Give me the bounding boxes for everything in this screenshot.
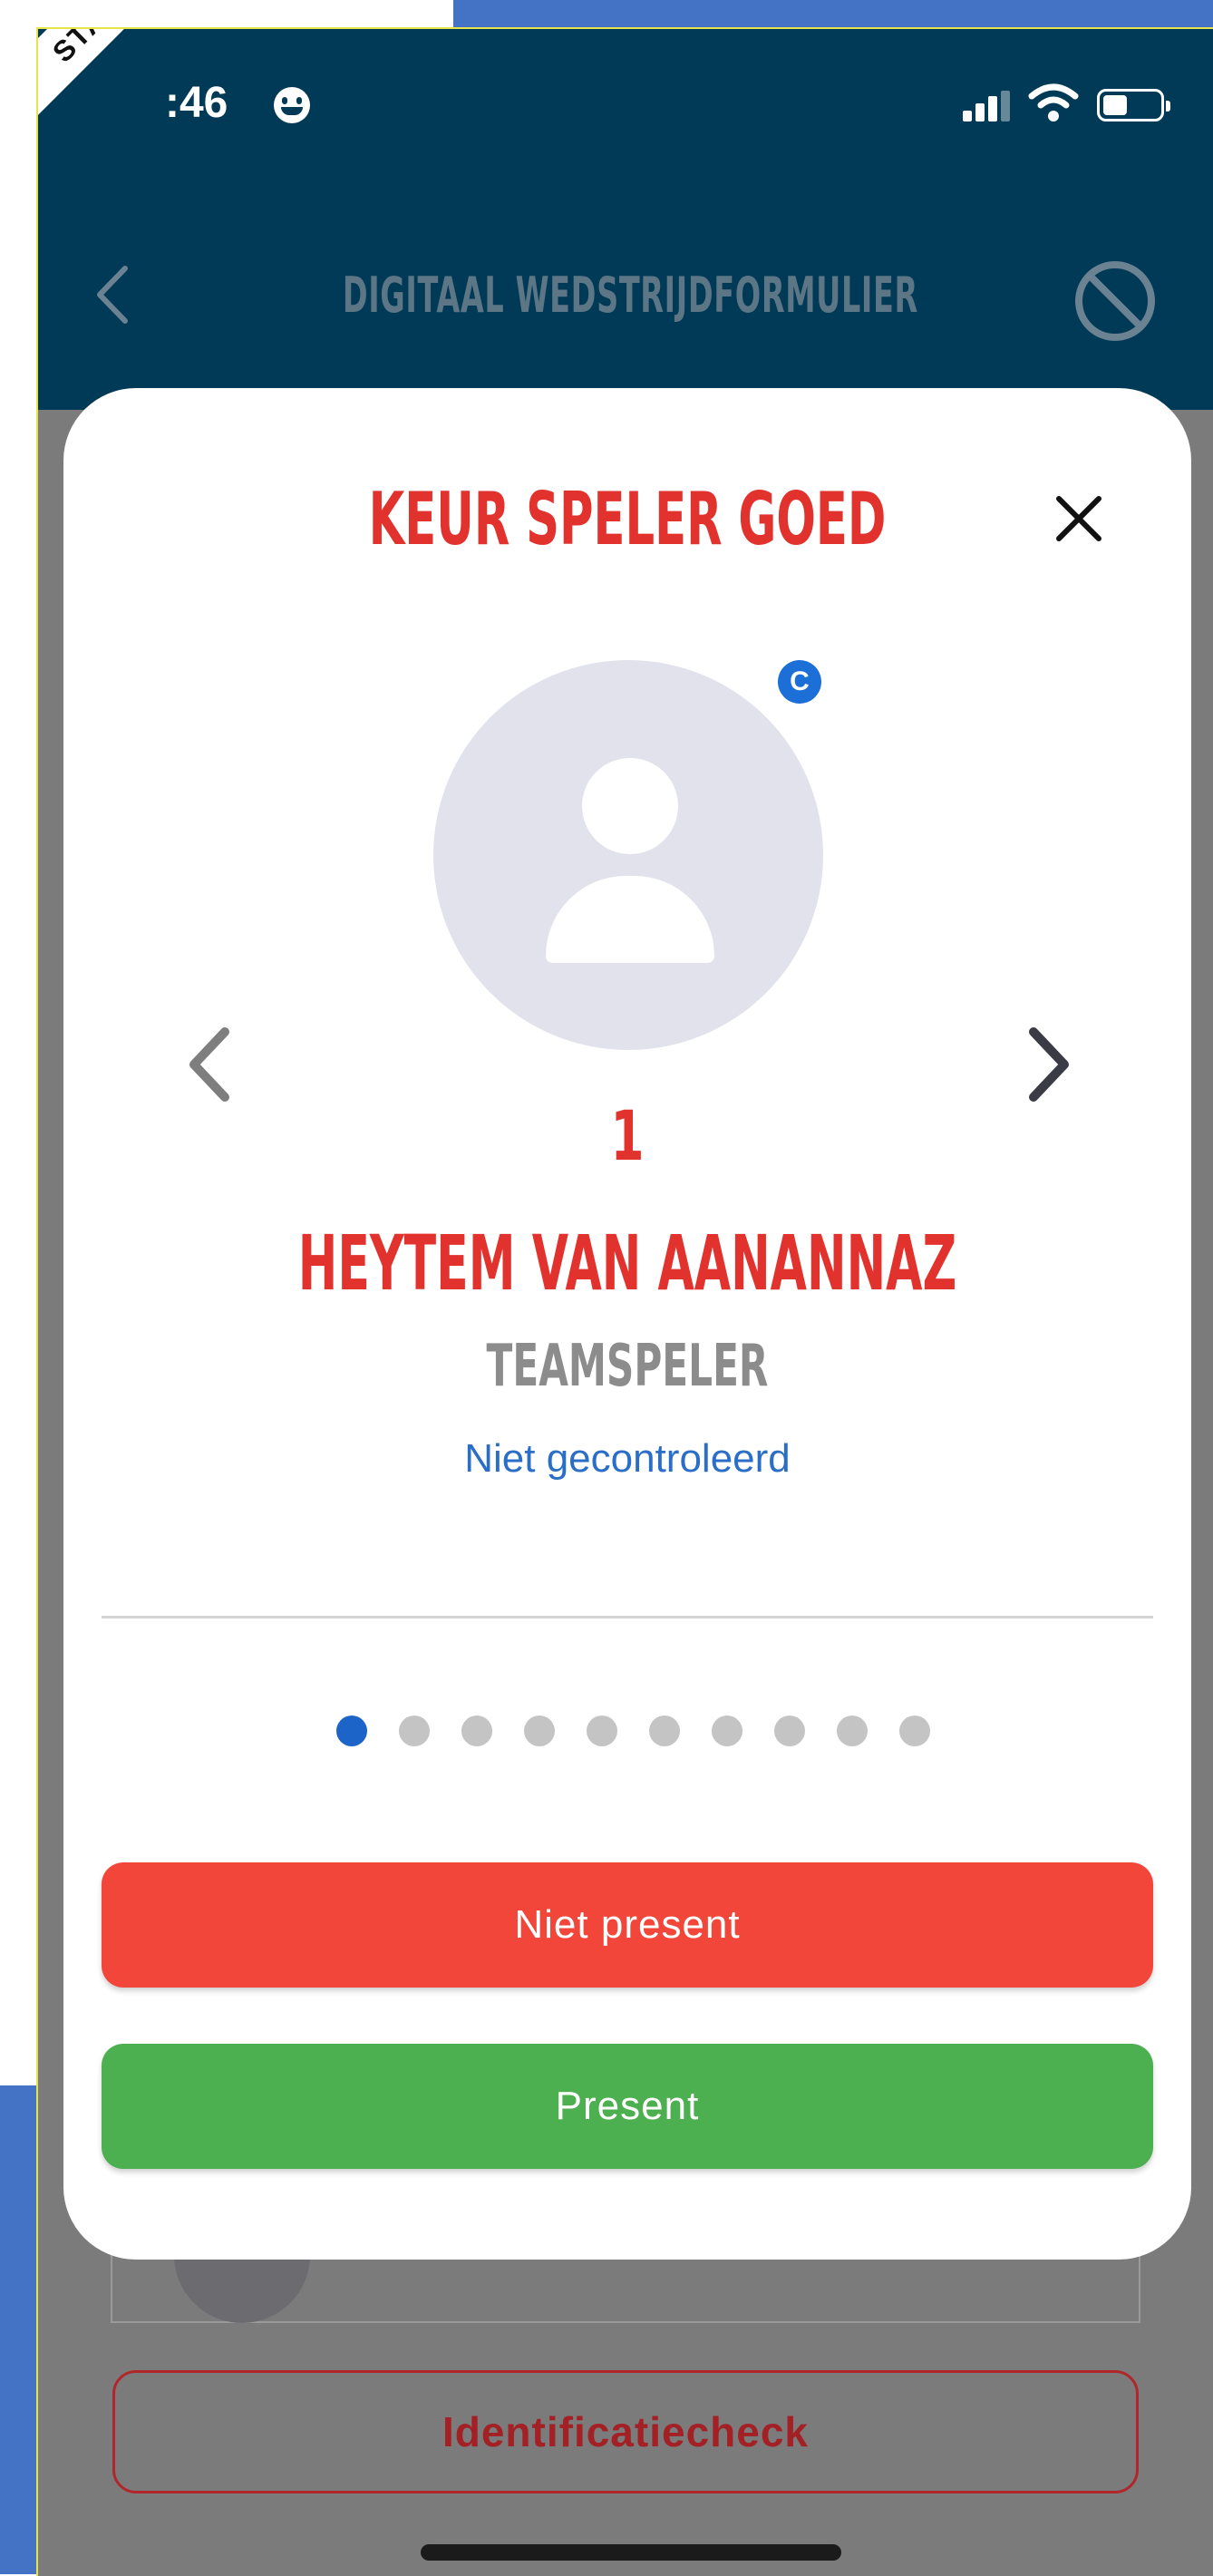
signal-icon <box>963 89 1017 122</box>
pagination-dot[interactable] <box>836 1716 868 1746</box>
wifi-icon <box>1028 83 1079 122</box>
player-name: HEYTEM VAN AANANNAZ <box>297 1219 957 1307</box>
pagination-dot[interactable] <box>648 1716 680 1746</box>
pagination-dot[interactable] <box>711 1716 742 1746</box>
phone-screen: :46 STAGING DIGITAAL WEDSTRIJDFORMULIER … <box>36 27 1213 2576</box>
smiley-icon <box>274 87 310 123</box>
avatar-body-icon <box>546 876 714 963</box>
navbar: :46 STAGING DIGITAAL WEDSTRIJDFORMULIER <box>38 29 1213 410</box>
battery-icon <box>1097 89 1170 122</box>
ban-icon[interactable] <box>1072 258 1159 345</box>
present-button[interactable]: Present <box>102 2044 1153 2169</box>
avatar <box>433 660 823 1050</box>
player-status: Niet gecontroleerd <box>464 1436 791 1481</box>
pagination-dot[interactable] <box>898 1716 930 1746</box>
page-title: DIGITAAL WEDSTRIJDFORMULIER <box>342 267 918 324</box>
pagination-dots <box>63 1716 1191 1748</box>
decor-top-bar <box>453 0 1213 31</box>
avatar-head-icon <box>582 758 678 854</box>
pagination-dot[interactable] <box>398 1716 430 1746</box>
pagination-dot[interactable] <box>586 1716 617 1746</box>
previous-player-button[interactable] <box>181 1023 236 1106</box>
player-number: 1 <box>610 1095 645 1176</box>
player-role: TEAMSPELER <box>486 1333 769 1400</box>
approve-player-modal: KEUR SPELER GOED C 1 HEYTEM VAN AANANNAZ… <box>63 388 1191 2260</box>
close-icon[interactable] <box>1046 486 1111 551</box>
home-indicator <box>421 2544 841 2561</box>
not-present-button[interactable]: Niet present <box>102 1862 1153 1988</box>
pagination-dot[interactable] <box>773 1716 805 1746</box>
back-button[interactable] <box>92 263 132 326</box>
next-player-button[interactable] <box>1023 1023 1077 1106</box>
divider <box>102 1616 1153 1619</box>
pagination-dot[interactable] <box>523 1716 555 1746</box>
status-time: :46 <box>165 79 228 127</box>
captain-badge: C <box>778 660 821 704</box>
identification-check-button[interactable]: Identificatiecheck <box>112 2370 1139 2493</box>
modal-title: KEUR SPELER GOED <box>368 477 887 561</box>
pagination-dot[interactable] <box>461 1716 492 1746</box>
pagination-dot[interactable] <box>335 1716 367 1746</box>
